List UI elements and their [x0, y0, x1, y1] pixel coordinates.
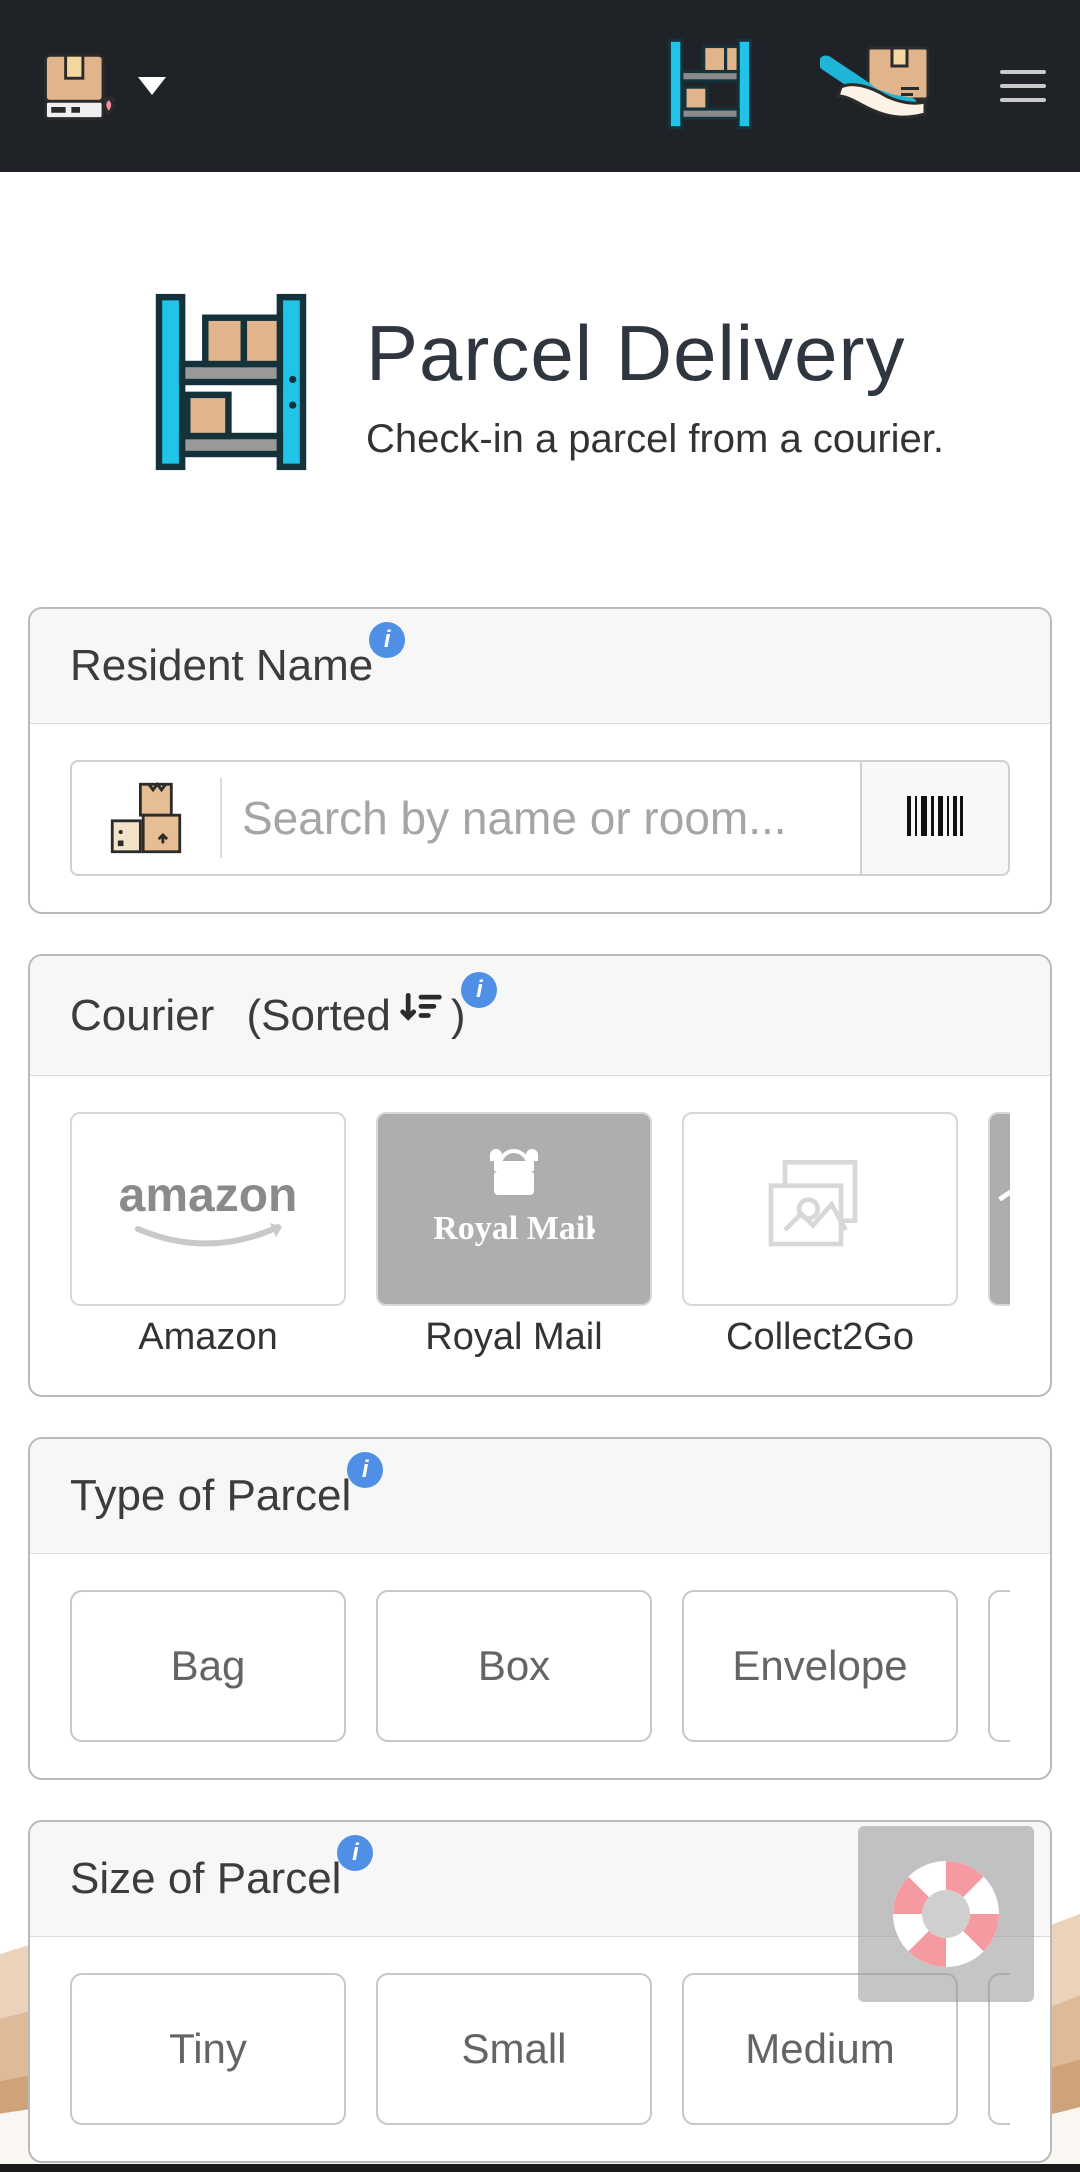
caret-down-icon	[138, 77, 166, 95]
bottom-bar	[0, 2164, 1080, 2172]
topbar	[0, 0, 1080, 172]
svg-text:Royal Mail: Royal Mail	[433, 1210, 594, 1247]
info-icon[interactable]: i	[369, 622, 405, 658]
shelf-icon[interactable]	[660, 34, 760, 139]
svg-text:amazon: amazon	[119, 1169, 298, 1222]
courier-card-collect2go[interactable]: Collect2Go	[682, 1112, 958, 1359]
type-option-partial[interactable]	[988, 1590, 1010, 1742]
info-icon[interactable]: i	[347, 1452, 383, 1488]
topbar-logo-dropdown[interactable]	[34, 38, 166, 135]
hamburger-icon[interactable]	[1000, 70, 1046, 102]
info-icon[interactable]: i	[337, 1835, 373, 1871]
handoff-icon[interactable]	[820, 42, 940, 131]
page-title: Parcel Delivery	[366, 308, 944, 399]
barcode-icon	[903, 792, 967, 845]
sort-icon	[399, 988, 443, 1043]
size-option-small[interactable]: Small	[376, 1973, 652, 2125]
courier-name: Amazon	[70, 1316, 346, 1359]
help-fab[interactable]	[858, 1826, 1034, 2002]
size-option-tiny[interactable]: Tiny	[70, 1973, 346, 2125]
panel-title-resident: Resident Name	[70, 641, 373, 691]
courier-card-partial[interactable]: A P	[988, 1112, 1010, 1359]
boxes-icon	[72, 778, 222, 858]
courier-name: Royal Mail	[376, 1316, 652, 1359]
shelf-large-icon	[148, 292, 314, 477]
parcel-love-icon	[34, 38, 126, 135]
panel-title-courier: Courier	[70, 991, 214, 1041]
resident-search-input[interactable]	[222, 791, 860, 845]
page-subtitle: Check-in a parcel from a courier.	[366, 417, 944, 462]
type-option-envelope[interactable]: Envelope	[682, 1590, 958, 1742]
hero: Parcel Delivery Check-in a parcel from a…	[148, 292, 1052, 477]
lifebuoy-icon	[893, 1861, 999, 1967]
panel-title-type: Type of Parcel	[70, 1471, 351, 1521]
courier-sort-label-prefix: (Sorted	[247, 991, 391, 1041]
panel-type-of-parcel: Type of Parcel i Bag Box Envelope	[28, 1437, 1052, 1780]
info-icon[interactable]: i	[461, 972, 497, 1008]
type-option-box[interactable]: Box	[376, 1590, 652, 1742]
courier-card-amazon[interactable]: amazon Amazon	[70, 1112, 346, 1359]
courier-name: Collect2Go	[682, 1316, 958, 1359]
barcode-scan-button[interactable]	[862, 760, 1010, 876]
courier-name: P	[988, 1316, 1010, 1359]
panel-resident-name: Resident Name i	[28, 607, 1052, 914]
search-box	[70, 760, 862, 876]
panel-courier: Courier (Sorted ) i amazon	[28, 954, 1052, 1397]
courier-card-royalmail[interactable]: Royal Mail Royal Mail	[376, 1112, 652, 1359]
panel-title-size: Size of Parcel	[70, 1854, 341, 1904]
type-option-bag[interactable]: Bag	[70, 1590, 346, 1742]
